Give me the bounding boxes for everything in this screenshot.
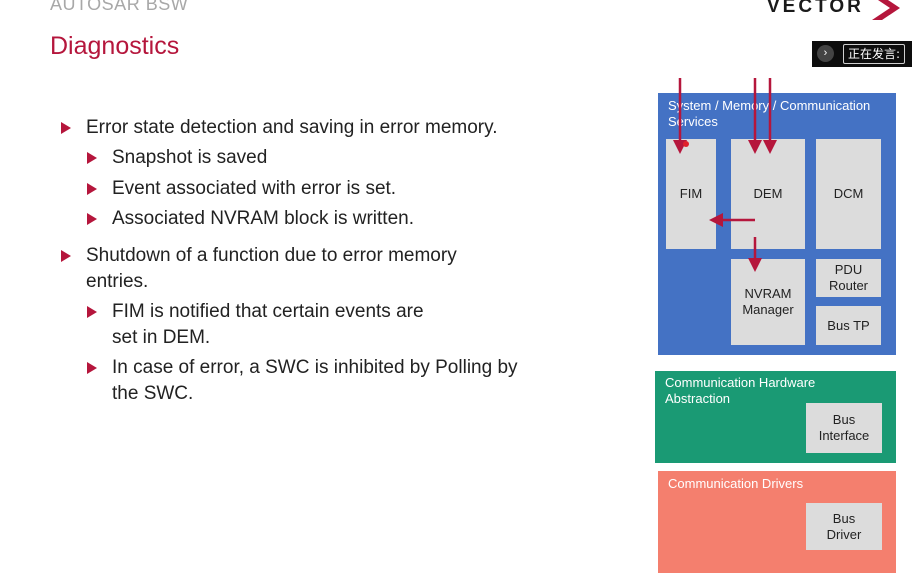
bullet-marker	[87, 213, 97, 225]
chevron-right-icon[interactable]: ›	[817, 45, 834, 62]
section-overline: AUTOSAR BSW	[50, 0, 189, 14]
bullet-item: Event associated with error is set.	[112, 178, 397, 199]
bullet-item: Snapshot is saved	[112, 147, 268, 168]
bullet-item-continued: entries.	[86, 271, 149, 292]
bullet-item: Error state detection and saving in erro…	[86, 117, 498, 138]
bullet-marker	[87, 152, 97, 164]
vector-logo: VECTOR	[767, 0, 864, 17]
bullet-item-continued: the SWC.	[112, 383, 194, 404]
slide-title: Diagnostics	[50, 32, 180, 60]
bullet-item-continued: set in DEM.	[112, 327, 211, 348]
nvram-manager-module: NVRAM Manager	[731, 259, 805, 345]
bus-tp-module: Bus TP	[816, 306, 881, 345]
bullet-item: Shutdown of a function due to error memo…	[86, 245, 457, 266]
bus-tp-label: Bus TP	[827, 317, 870, 333]
bullet-marker	[87, 183, 97, 195]
bus-driver-label: Bus Driver	[826, 510, 862, 542]
speaking-indicator[interactable]: › 正在发言:	[812, 41, 912, 67]
dem-label: DEM	[753, 186, 783, 201]
bus-interface-module: Bus Interface	[806, 403, 882, 453]
nvram-manager-label: NVRAM Manager	[742, 286, 794, 317]
bullet-marker	[61, 122, 71, 134]
dcm-label: DCM	[833, 186, 864, 201]
speaking-label: 正在发言:	[843, 44, 906, 64]
bullet-marker	[87, 306, 97, 318]
drivers-layer-label: Communication Drivers	[668, 476, 804, 491]
dcm-module: DCM	[816, 139, 881, 249]
services-layer-label: System / Memory / Communication Services	[668, 98, 871, 129]
pdu-router-label: PDU Router	[828, 262, 869, 293]
bullet-item: Associated NVRAM block is written.	[112, 208, 414, 229]
dem-module: DEM	[731, 139, 805, 249]
fim-module: FIM	[666, 139, 716, 249]
bus-interface-label: Bus Interface	[818, 412, 870, 443]
bullet-marker	[61, 250, 71, 262]
bullet-item: FIM is notified that certain events are	[112, 301, 424, 322]
bullet-item: In case of error, a SWC is inhibited by …	[112, 357, 518, 378]
bullet-marker	[87, 362, 97, 374]
vector-chevron-icon	[872, 0, 900, 20]
fim-label: FIM	[679, 186, 703, 201]
bus-driver-module: Bus Driver	[806, 503, 882, 550]
pdu-router-module: PDU Router	[816, 259, 881, 297]
